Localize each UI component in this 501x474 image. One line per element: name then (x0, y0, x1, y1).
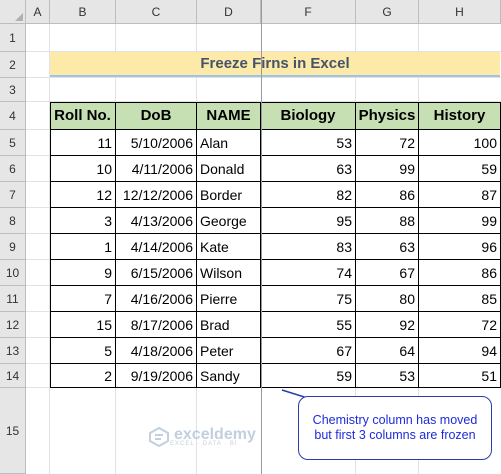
row-header-15[interactable]: 15 (0, 388, 26, 474)
cell-name[interactable]: Sandy (197, 364, 261, 388)
cell-dob[interactable]: 4/16/2006 (116, 286, 197, 312)
row-header-6[interactable]: 6 (0, 156, 26, 182)
cell-biology[interactable]: 95 (261, 208, 356, 234)
cell-history[interactable]: 59 (419, 156, 501, 182)
column-header-a[interactable]: A (26, 0, 50, 24)
sheet-title: Freeze Firns in Excel (50, 52, 500, 77)
cell-history[interactable]: 94 (419, 338, 501, 364)
column-header-h[interactable]: H (419, 0, 501, 24)
cell-dob[interactable]: 5/10/2006 (116, 130, 197, 156)
cell-name[interactable]: Wilson (197, 260, 261, 286)
cell-roll-no[interactable]: 9 (50, 260, 116, 286)
cell-roll-no[interactable]: 11 (50, 130, 116, 156)
exceldemy-watermark: exceldemy EXCEL · DATA · BI (148, 426, 256, 448)
select-all-corner[interactable] (0, 0, 26, 24)
freeze-pane-divider (261, 0, 262, 474)
cell-roll-no[interactable]: 3 (50, 208, 116, 234)
row-header-11[interactable]: 11 (0, 286, 26, 312)
gridline-horizontal (26, 77, 501, 78)
cell-history[interactable]: 96 (419, 234, 501, 260)
cell-name[interactable]: Kate (197, 234, 261, 260)
cell-roll-no[interactable]: 12 (50, 182, 116, 208)
cell-dob[interactable]: 4/11/2006 (116, 156, 197, 182)
row-header-13[interactable]: 13 (0, 338, 26, 364)
column-header-b[interactable]: B (50, 0, 116, 24)
row-header-9[interactable]: 9 (0, 234, 26, 260)
cell-name[interactable]: Peter (197, 338, 261, 364)
cell-dob[interactable]: 6/15/2006 (116, 260, 197, 286)
header-biology[interactable]: Biology (261, 102, 356, 130)
row-header-3[interactable]: 3 (0, 78, 26, 102)
cell-dob[interactable]: 4/14/2006 (116, 234, 197, 260)
cell-roll-no[interactable]: 1 (50, 234, 116, 260)
cell-physics[interactable]: 86 (356, 182, 419, 208)
cell-history[interactable]: 87 (419, 182, 501, 208)
row-header-1[interactable]: 1 (0, 24, 26, 52)
cell-dob[interactable]: 4/18/2006 (116, 338, 197, 364)
row-header-10[interactable]: 10 (0, 260, 26, 286)
cell-physics[interactable]: 92 (356, 312, 419, 338)
cell-name[interactable]: Alan (197, 130, 261, 156)
cell-biology[interactable]: 74 (261, 260, 356, 286)
column-header-f[interactable]: F (261, 0, 356, 24)
cell-dob[interactable]: 4/13/2006 (116, 208, 197, 234)
cell-biology[interactable]: 67 (261, 338, 356, 364)
cell-history[interactable]: 72 (419, 312, 501, 338)
cell-name[interactable]: Border (197, 182, 261, 208)
cell-biology[interactable]: 59 (261, 364, 356, 388)
cell-history[interactable]: 85 (419, 286, 501, 312)
cell-biology[interactable]: 63 (261, 156, 356, 182)
cell-physics[interactable]: 72 (356, 130, 419, 156)
row-header-14[interactable]: 14 (0, 364, 26, 388)
cell-history[interactable]: 51 (419, 364, 501, 388)
cell-biology[interactable]: 75 (261, 286, 356, 312)
row-header-7[interactable]: 7 (0, 182, 26, 208)
cell-history[interactable]: 100 (419, 130, 501, 156)
cell-biology[interactable]: 82 (261, 182, 356, 208)
column-header-c[interactable]: C (116, 0, 197, 24)
cell-dob[interactable]: 8/17/2006 (116, 312, 197, 338)
header-history[interactable]: History (419, 102, 501, 130)
cell-roll-no[interactable]: 5 (50, 338, 116, 364)
cell-physics[interactable]: 88 (356, 208, 419, 234)
cell-name[interactable]: Pierre (197, 286, 261, 312)
cell-physics[interactable]: 64 (356, 338, 419, 364)
cell-name[interactable]: George (197, 208, 261, 234)
column-header-d[interactable]: D (197, 0, 261, 24)
row-header-4[interactable]: 4 (0, 102, 26, 130)
cell-physics[interactable]: 80 (356, 286, 419, 312)
cell-history[interactable]: 86 (419, 260, 501, 286)
row-header-12[interactable]: 12 (0, 312, 26, 338)
header-roll-no[interactable]: Roll No. (50, 102, 116, 130)
row-header-2[interactable]: 2 (0, 52, 26, 78)
cell-name[interactable]: Donald (197, 156, 261, 182)
callout-note: Chemistry column has moved but first 3 c… (298, 396, 492, 460)
column-header-g[interactable]: G (356, 0, 419, 24)
header-name[interactable]: NAME (197, 102, 261, 130)
cell-biology[interactable]: 83 (261, 234, 356, 260)
header-dob[interactable]: DoB (116, 102, 197, 130)
row-header-5[interactable]: 5 (0, 130, 26, 156)
cell-dob[interactable]: 12/12/2006 (116, 182, 197, 208)
cell-biology[interactable]: 55 (261, 312, 356, 338)
cell-name[interactable]: Brad (197, 312, 261, 338)
header-physics[interactable]: Physics (356, 102, 419, 130)
row-header-8[interactable]: 8 (0, 208, 26, 234)
cell-roll-no[interactable]: 2 (50, 364, 116, 388)
cell-biology[interactable]: 53 (261, 130, 356, 156)
cell-history[interactable]: 99 (419, 208, 501, 234)
cell-roll-no[interactable]: 10 (50, 156, 116, 182)
cell-roll-no[interactable]: 7 (50, 286, 116, 312)
cell-dob[interactable]: 9/19/2006 (116, 364, 197, 388)
cell-roll-no[interactable]: 15 (50, 312, 116, 338)
cell-physics[interactable]: 53 (356, 364, 419, 388)
cell-physics[interactable]: 63 (356, 234, 419, 260)
exceldemy-logo-icon (149, 426, 169, 448)
cell-physics[interactable]: 67 (356, 260, 419, 286)
cell-physics[interactable]: 99 (356, 156, 419, 182)
